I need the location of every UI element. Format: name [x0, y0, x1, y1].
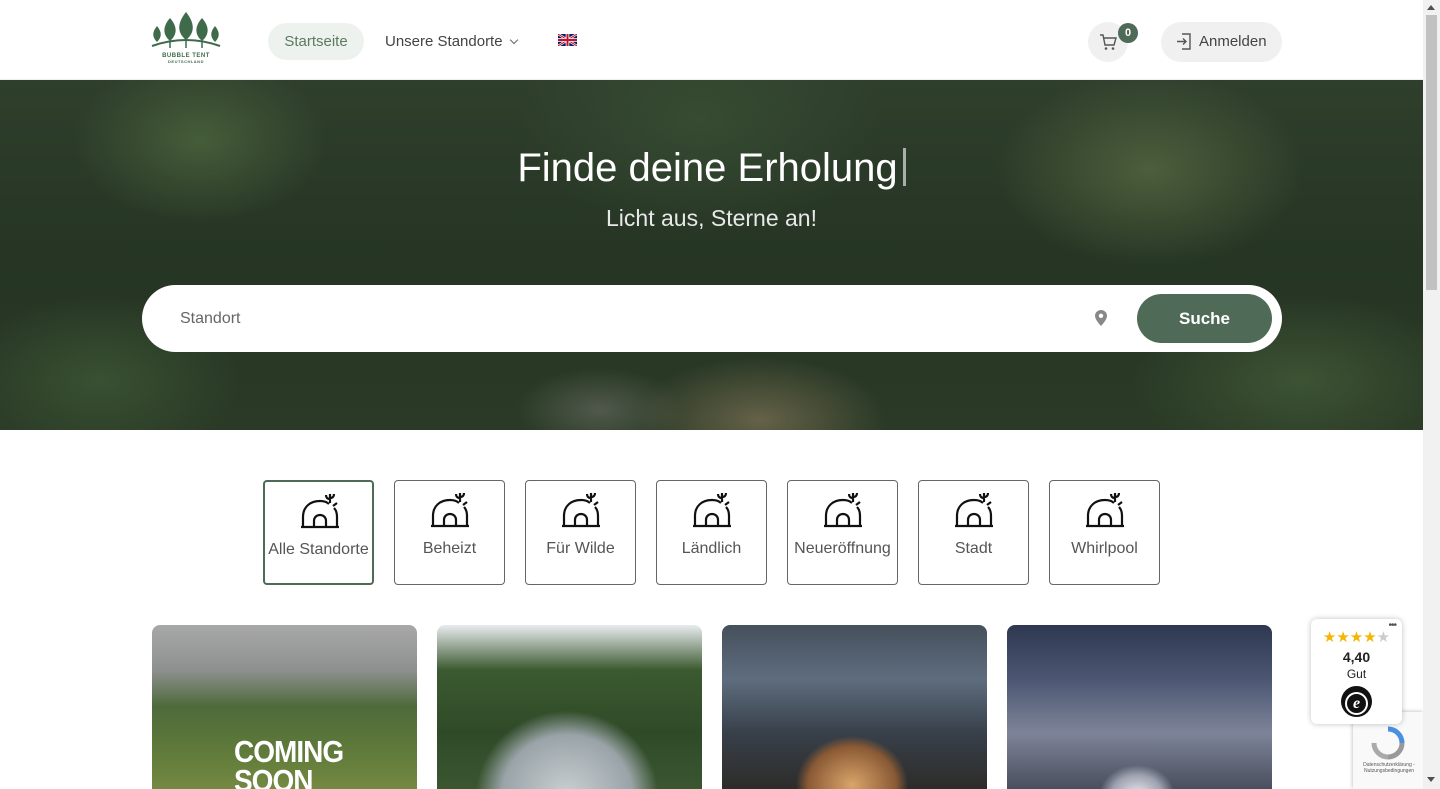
scroll-up-arrow-icon[interactable]	[1427, 5, 1435, 10]
location-card[interactable]	[722, 625, 987, 789]
site-logo[interactable]: BUBBLE TENT DEUTSCHLAND	[148, 10, 224, 68]
location-card[interactable]	[1007, 625, 1272, 789]
coming-soon-line2: SOON	[234, 763, 313, 789]
category-beheizt[interactable]: Beheizt	[394, 480, 505, 585]
scroll-down-arrow-icon[interactable]	[1427, 777, 1435, 782]
hero-subtitle: Licht aus, Sterne an!	[606, 205, 817, 231]
bubble-tent-icon	[562, 492, 600, 528]
category-alle-standorte[interactable]: Alle Standorte	[263, 480, 374, 585]
search-bar: Suche	[142, 285, 1282, 352]
login-button[interactable]: Anmelden	[1161, 22, 1282, 62]
recaptcha-icon	[1371, 726, 1405, 760]
chevron-down-icon	[509, 35, 518, 45]
search-button[interactable]: Suche	[1137, 294, 1272, 343]
category-label: Für Wilde	[546, 540, 615, 557]
trusted-shops-badge[interactable]: ••• ★★★★★ 4,40 Gut e	[1311, 619, 1402, 724]
uk-flag-icon[interactable]	[558, 34, 577, 46]
hero-title: Finde deine Erholung	[0, 146, 1423, 191]
page-scrollbar[interactable]	[1423, 0, 1440, 789]
scrollbar-thumb[interactable]	[1426, 15, 1437, 290]
category-stadt[interactable]: Stadt	[918, 480, 1029, 585]
category-label: Alle Standorte	[268, 541, 369, 558]
category-label: Stadt	[954, 540, 993, 557]
login-icon	[1177, 33, 1191, 50]
nav-startseite[interactable]: Startseite	[268, 23, 364, 60]
bubble-tent-icon	[301, 493, 339, 529]
category-label: Ländlich	[681, 540, 742, 557]
category-label: Whirlpool	[1071, 540, 1138, 557]
location-card[interactable]	[437, 625, 702, 789]
rating-value: 4,40	[1342, 649, 1371, 665]
cart-count-badge: 0	[1118, 23, 1138, 43]
location-pin-icon[interactable]	[1095, 310, 1107, 326]
category-fuer-wilde[interactable]: Für Wilde	[525, 480, 636, 585]
hero-section: Finde deine Erholung Licht aus, Sterne a…	[0, 80, 1423, 430]
login-label: Anmelden	[1199, 33, 1267, 50]
cart-icon	[1100, 34, 1117, 50]
bubble-tent-icon	[431, 492, 469, 528]
tree-logo-icon	[151, 12, 221, 48]
seal-letter: e	[1345, 692, 1368, 715]
bubble-tent-icon	[824, 492, 862, 528]
rating-grade: Gut	[1346, 667, 1367, 681]
nav-unsere-standorte-label: Unsere Standorte	[385, 33, 503, 50]
site-header: BUBBLE TENT DEUTSCHLAND Startseite Unser…	[0, 0, 1423, 80]
category-whirlpool[interactable]: Whirlpool	[1049, 480, 1160, 585]
coming-soon-overlay: COMING SOON	[234, 734, 344, 789]
category-label: Beheizt	[422, 540, 477, 557]
recaptcha-text[interactable]: Datenschutzerklärung - Nutzungsbedingung…	[1357, 762, 1421, 774]
hero-title-text: Finde deine Erholung	[517, 146, 898, 190]
bubble-tent-icon	[955, 492, 993, 528]
nav-unsere-standorte[interactable]: Unsere Standorte	[385, 23, 518, 60]
category-laendlich[interactable]: Ländlich	[656, 480, 767, 585]
coming-soon-line1: COMING	[234, 734, 344, 769]
trusted-shops-seal-icon: e	[1341, 686, 1372, 717]
location-search-input[interactable]	[180, 285, 1060, 352]
partial-star: ★	[1376, 629, 1391, 646]
bubble-tent-icon	[1086, 492, 1124, 528]
category-label: Neueröffnung	[794, 540, 891, 557]
rating-stars: ★★★★★	[1311, 628, 1402, 646]
logo-line2: DEUTSCHLAND	[168, 59, 204, 64]
logo-text: BUBBLE TENT DEUTSCHLAND	[148, 53, 224, 65]
category-neueroeffnung[interactable]: Neueröffnung	[787, 480, 898, 585]
typing-cursor	[902, 148, 906, 186]
full-stars: ★★★★	[1322, 629, 1377, 646]
location-card[interactable]: COMING SOON	[152, 625, 417, 789]
bubble-tent-icon	[693, 492, 731, 528]
